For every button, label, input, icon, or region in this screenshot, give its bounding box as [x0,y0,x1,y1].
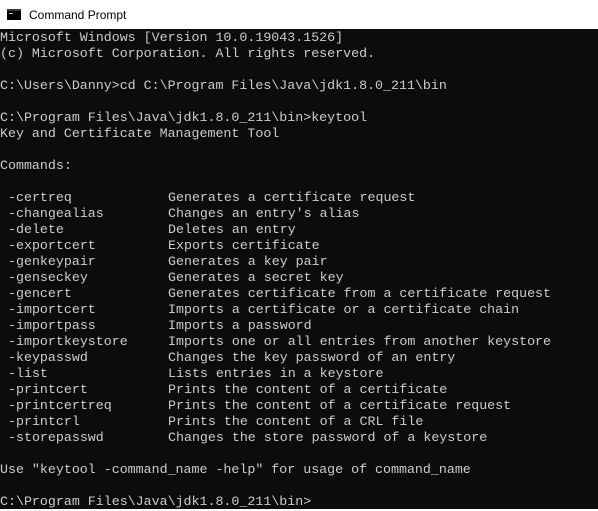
command-name: -importpass [8,318,96,333]
console-line: Microsoft Windows [Version 10.0.19043.15… [0,30,344,45]
command-description: Generates a certificate request [168,190,416,205]
command-name: -printcrl [8,414,80,429]
command-name: -genseckey [8,270,88,285]
command-description: Changes the store password of a keystore [168,430,488,445]
command-row: -changealias Changes an entry's alias [0,206,598,222]
command-name: -printcertreq [8,398,112,413]
command-description: Generates certificate from a certificate… [168,286,552,301]
command-description: Prints the content of a CRL file [168,414,424,429]
command-row: -importcert Imports a certificate or a ce… [0,302,598,318]
command-description: Deletes an entry [168,222,296,237]
command-name: -storepasswd [8,430,104,445]
command-name: -changealias [8,206,104,221]
command-description: Prints the content of a certificate [168,382,448,397]
console-line: C:\Users\Danny>cd C:\Program Files\Java\… [0,78,447,93]
command-row: -delete Deletes an entry [0,222,598,238]
command-row: -gencert Generates certificate from a cer… [0,286,598,302]
console-line: Commands: [0,158,72,173]
command-description: Imports a certificate or a certificate c… [168,302,520,317]
title-bar[interactable]: Command Prompt [0,0,598,29]
console-line: C:\Program Files\Java\jdk1.8.0_211\bin>k… [0,110,368,125]
command-name: -exportcert [8,238,96,253]
command-row: -printcert Prints the content of a certif… [0,382,598,398]
command-row: -genseckey Generates a secret key [0,270,598,286]
command-name: -certreq [8,190,72,205]
command-description: Generates a secret key [168,270,344,285]
cmd-console-icon [7,9,21,20]
console-line: Use "keytool -command_name -help" for us… [0,462,471,477]
command-description: Exports certificate [168,238,320,253]
command-row: -genkeypair Generates a key pair [0,254,598,270]
command-description: Lists entries in a keystore [168,366,384,381]
command-row: -importpass Imports a password [0,318,598,334]
command-name: -gencert [8,286,72,301]
command-row: -printcrl Prints the content of a CRL fil… [0,414,598,430]
command-row: -storepasswd Changes the store password o… [0,430,598,446]
command-name: -importkeystore [8,334,128,349]
console-line: Key and Certificate Management Tool [0,126,280,141]
console-line: (c) Microsoft Corporation. All rights re… [0,46,376,61]
command-row: -printcertreq Prints the content of a cer… [0,398,598,414]
command-name: -printcert [8,382,88,397]
command-prompt-window: Command Prompt Microsoft Windows [Versio… [0,0,598,511]
command-name: -genkeypair [8,254,96,269]
command-description: Changes the key password of an entry [168,350,456,365]
command-name: -importcert [8,302,96,317]
command-description: Imports a password [168,318,312,333]
command-description: Imports one or all entries from another … [168,334,552,349]
command-row: -certreq Generates a certificate request [0,190,598,206]
command-row: -exportcert Exports certificate [0,238,598,254]
command-row: -list Lists entries in a keystore [0,366,598,382]
command-name: -list [8,366,48,381]
command-description: Generates a key pair [168,254,328,269]
window-title: Command Prompt [29,7,127,22]
command-row: -importkeystore Imports one or all entrie… [0,334,598,350]
command-row: -keypasswd Changes the key password of an… [0,350,598,366]
command-name: -keypasswd [8,350,88,365]
command-prompt-line: C:\Program Files\Java\jdk1.8.0_211\bin> [0,494,312,509]
command-name: -delete [8,222,64,237]
command-description: Changes an entry's alias [168,206,360,221]
console-output[interactable]: Microsoft Windows [Version 10.0.19043.15… [0,29,598,511]
command-description: Prints the content of a certificate requ… [168,398,512,413]
